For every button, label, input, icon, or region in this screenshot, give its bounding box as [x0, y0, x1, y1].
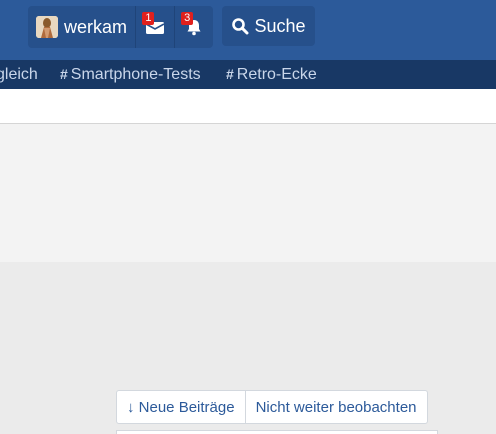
hash-icon: #: [226, 66, 234, 82]
inbox-button[interactable]: 1: [136, 6, 174, 48]
content-header-strip: [0, 89, 496, 124]
user-menu-group: werkam 1 3: [28, 6, 213, 48]
search-icon: [232, 18, 249, 35]
tag-label: gleich: [0, 66, 38, 83]
username: werkam: [64, 16, 128, 37]
tag-label: Retro-Ecke: [236, 66, 317, 83]
new-posts-button[interactable]: ↓ Neue Beiträge: [117, 391, 245, 423]
search-button[interactable]: Suche: [222, 6, 315, 46]
account-button[interactable]: werkam: [28, 6, 135, 48]
unwatch-button[interactable]: Nicht weiter beobachten: [244, 391, 427, 423]
inbox-badge: 1: [142, 12, 155, 25]
alerts-badge: 3: [181, 12, 194, 25]
top-navigation-bar: werkam 1 3 Suche: [0, 0, 496, 60]
next-panel-edge: [116, 430, 438, 434]
tag-link-smartphone-tests[interactable]: # Smartphone-Tests: [60, 66, 201, 84]
tag-link[interactable]: gleich: [0, 66, 38, 84]
tag-link-retro-ecke[interactable]: # Retro-Ecke: [226, 66, 317, 84]
content-block: [0, 124, 496, 262]
hash-icon: #: [60, 66, 68, 82]
avatar: [36, 16, 58, 38]
tag-label: Smartphone-Tests: [70, 66, 201, 83]
tag-navigation-bar: gleich # Smartphone-Tests # Retro-Ecke: [0, 60, 496, 89]
search-label: Suche: [254, 15, 306, 36]
alerts-button[interactable]: 3: [175, 6, 213, 48]
thread-action-buttons: ↓ Neue Beiträge Nicht weiter beobachten: [116, 390, 428, 424]
